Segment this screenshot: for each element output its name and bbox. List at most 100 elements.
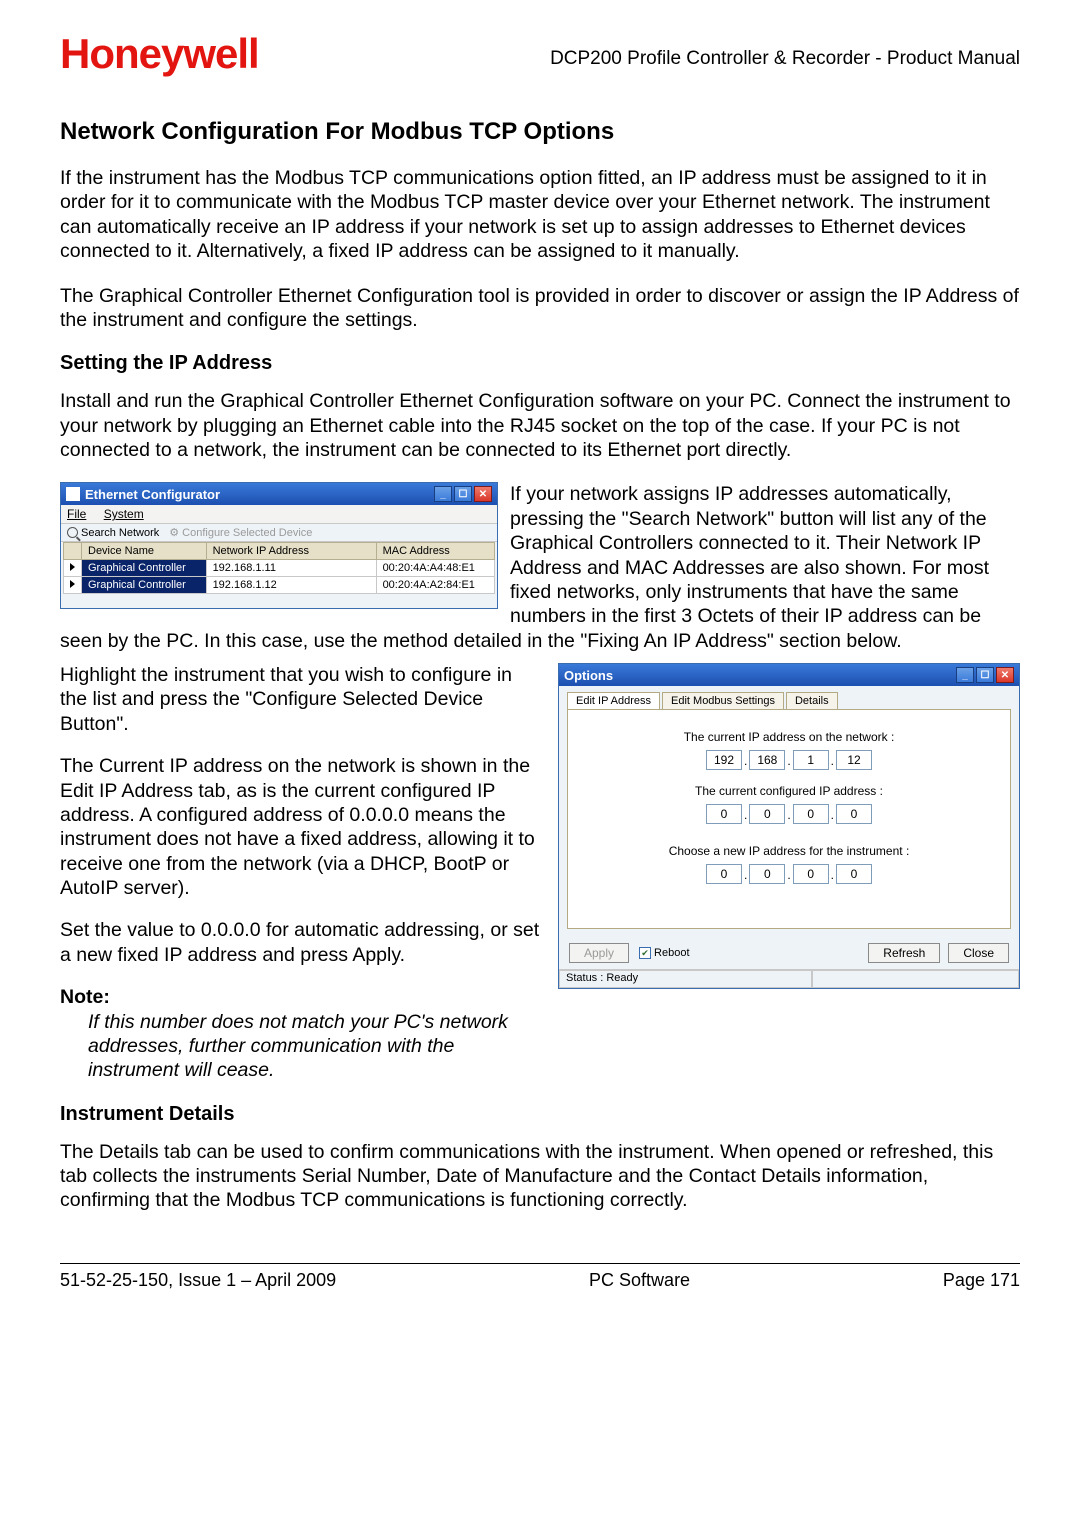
ip-octet-input[interactable]: 0 (836, 864, 872, 884)
footer-left: 51-52-25-150, Issue 1 – April 2009 (60, 1270, 336, 1291)
reboot-checkbox[interactable]: ✔ Reboot (639, 947, 689, 959)
ip-octet: 0 (836, 804, 872, 824)
ip-display-configured: 0. 0. 0. 0 (578, 804, 1000, 824)
body-paragraph: The Current IP address on the network is… (60, 754, 540, 900)
ip-octet: 12 (836, 750, 872, 770)
status-text: Status : Ready (559, 970, 812, 988)
search-network-label: Search Network (81, 527, 159, 539)
row-marker (64, 577, 82, 594)
note-label: Note: (60, 985, 540, 1009)
tab-details[interactable]: Details (786, 692, 838, 709)
ip-input-new[interactable]: 0. 0. 0. 0 (578, 864, 1000, 884)
ip-dot: . (829, 806, 836, 822)
ip-dot: . (785, 806, 792, 822)
page-footer: 51-52-25-150, Issue 1 – April 2009 PC So… (60, 1270, 1020, 1291)
maximize-button[interactable]: ☐ (976, 667, 994, 683)
table-row[interactable]: Graphical Controller 192.168.1.12 00:20:… (64, 577, 495, 594)
status-spacer (812, 970, 1019, 988)
footer-right: Page 171 (943, 1270, 1020, 1291)
ip-dot: . (742, 752, 749, 768)
ip-octet-input[interactable]: 0 (793, 864, 829, 884)
window-titlebar[interactable]: Options _ ☐ ✕ (559, 664, 1019, 686)
ip-octet: 168 (749, 750, 785, 770)
gear-icon: ⚙ (169, 526, 179, 539)
section-heading: Network Configuration For Modbus TCP Opt… (60, 118, 1020, 146)
window-title: Ethernet Configurator (85, 487, 220, 502)
status-bar: Status : Ready (559, 969, 1019, 988)
body-paragraph: Set the value to 0.0.0.0 for automatic a… (60, 918, 540, 967)
device-grid: Device Name Network IP Address MAC Addre… (61, 542, 497, 608)
ethernet-configurator-window: Ethernet Configurator _ ☐ ✕ File System … (60, 482, 498, 609)
tab-edit-ip-address[interactable]: Edit IP Address (567, 692, 660, 709)
minimize-button[interactable]: _ (434, 486, 452, 502)
cell-mac: 00:20:4A:A4:48:E1 (376, 560, 494, 577)
row-indicator-icon (70, 580, 75, 588)
configure-selected-label: Configure Selected Device (182, 527, 312, 539)
close-button[interactable]: ✕ (996, 667, 1014, 683)
body-paragraph: If the instrument has the Modbus TCP com… (60, 166, 1020, 264)
button-bar: Apply ✔ Reboot Refresh Close (559, 937, 1019, 969)
note-body: If this number does not match your PC's … (60, 1010, 540, 1083)
cell-device-name: Graphical Controller (82, 577, 207, 594)
document-title: DCP200 Profile Controller & Recorder - P… (550, 30, 1020, 70)
options-window: Options _ ☐ ✕ Edit IP Address Edit Modbu… (558, 663, 1020, 989)
tab-panel-edit-ip: The current IP address on the network : … (567, 709, 1011, 929)
ip-dot: . (742, 866, 749, 882)
grid-header-device-name[interactable]: Device Name (82, 543, 207, 560)
ip-dot: . (829, 752, 836, 768)
ip-octet: 192 (706, 750, 742, 770)
menu-file[interactable]: File (67, 507, 86, 521)
cell-device-name: Graphical Controller (82, 560, 207, 577)
menu-system[interactable]: System (104, 507, 144, 521)
ip-dot: . (742, 806, 749, 822)
ip-display-network: 192. 168. 1. 12 (578, 750, 1000, 770)
ip-dot: . (829, 866, 836, 882)
body-paragraph: The Details tab can be used to confirm c… (60, 1140, 1020, 1213)
footer-divider (60, 1263, 1020, 1264)
logo: Honeywell (60, 30, 259, 78)
grid-header-ip[interactable]: Network IP Address (206, 543, 376, 560)
search-icon (67, 527, 78, 538)
ip-dot: . (785, 752, 792, 768)
cell-mac: 00:20:4A:A2:84:E1 (376, 577, 494, 594)
window-title: Options (564, 668, 613, 683)
ip-octet: 0 (793, 804, 829, 824)
tab-strip: Edit IP Address Edit Modbus Settings Det… (559, 686, 1019, 709)
reboot-label: Reboot (654, 947, 689, 959)
subheading-setting-ip: Setting the IP Address (60, 352, 1020, 375)
app-icon (66, 487, 80, 501)
ip-octet-input[interactable]: 0 (749, 864, 785, 884)
table-row[interactable]: Graphical Controller 192.168.1.11 00:20:… (64, 560, 495, 577)
ip-octet: 1 (793, 750, 829, 770)
ip-dot: . (785, 866, 792, 882)
grid-header-blank (64, 543, 82, 560)
search-network-button[interactable]: Search Network (67, 527, 159, 539)
grid-header-mac[interactable]: MAC Address (376, 543, 494, 560)
toolbar: Search Network ⚙ Configure Selected Devi… (61, 523, 497, 542)
footer-center: PC Software (589, 1270, 690, 1291)
subheading-instrument-details: Instrument Details (60, 1103, 1020, 1126)
row-marker (64, 560, 82, 577)
cell-ip: 192.168.1.12 (206, 577, 376, 594)
maximize-button[interactable]: ☐ (454, 486, 472, 502)
ip-octet-input[interactable]: 0 (706, 864, 742, 884)
minimize-button[interactable]: _ (956, 667, 974, 683)
ip-octet: 0 (749, 804, 785, 824)
close-button[interactable]: Close (948, 943, 1009, 963)
configure-selected-device-button[interactable]: ⚙ Configure Selected Device (169, 526, 312, 539)
menu-bar: File System (61, 505, 497, 523)
checkbox-icon: ✔ (639, 947, 651, 959)
tab-edit-modbus-settings[interactable]: Edit Modbus Settings (662, 692, 784, 709)
ip-octet: 0 (706, 804, 742, 824)
cell-ip: 192.168.1.11 (206, 560, 376, 577)
label-choose-new-ip: Choose a new IP address for the instrume… (578, 844, 1000, 858)
apply-button[interactable]: Apply (569, 943, 629, 963)
label-current-configured-ip: The current configured IP address : (578, 784, 1000, 798)
row-indicator-icon (70, 563, 75, 571)
close-button[interactable]: ✕ (474, 486, 492, 502)
body-paragraph: Highlight the instrument that you wish t… (60, 663, 540, 736)
body-paragraph: Install and run the Graphical Controller… (60, 389, 1020, 462)
window-titlebar[interactable]: Ethernet Configurator _ ☐ ✕ (61, 483, 497, 505)
body-paragraph: The Graphical Controller Ethernet Config… (60, 284, 1020, 333)
refresh-button[interactable]: Refresh (868, 943, 940, 963)
